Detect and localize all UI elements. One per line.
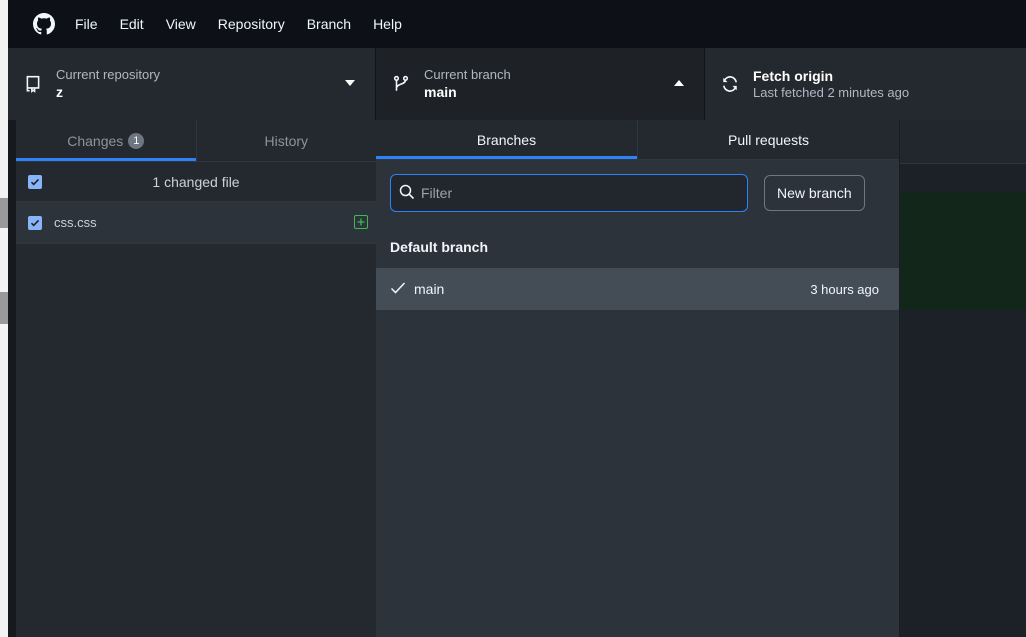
default-branch-header: Default branch [390,239,489,255]
menu-view[interactable]: View [164,12,198,36]
repo-icon [22,73,44,95]
menu-bar: File Edit View Repository Branch Help [8,0,1026,48]
branch-dropdown: Branches Pull requests New branch Defaul… [376,120,900,637]
chevron-down-icon [345,80,355,86]
current-repository-label: Current repository [56,67,161,82]
menu-repository[interactable]: Repository [216,12,287,36]
new-branch-button[interactable]: New branch [764,175,865,211]
search-icon [399,184,415,203]
current-branch-label: Current branch [424,67,511,82]
branch-filter-box[interactable] [390,174,748,212]
branch-dropdown-tabs: Branches Pull requests [376,120,899,160]
changed-file-row[interactable]: css.css [16,202,376,244]
check-icon [390,281,406,298]
changes-sidebar: Changes 1 History 1 changed file css.css [16,120,376,637]
chevron-up-icon [674,80,684,86]
diff-header [900,120,1026,164]
current-repository-button[interactable]: Current repository z [8,48,376,120]
menu-edit[interactable]: Edit [118,12,146,36]
last-fetched-text: Last fetched 2 minutes ago [753,85,910,100]
tab-history[interactable]: History [195,120,377,161]
file-name: css.css [54,215,97,230]
select-all-checkbox[interactable] [28,174,42,189]
diff-line [900,164,1026,192]
diff-view [900,120,1026,637]
background-window-strip [0,198,8,228]
filter-row: New branch [376,160,899,226]
git-branch-icon [390,73,412,95]
current-branch-button[interactable]: Current branch main [376,48,705,120]
menu-help[interactable]: Help [371,12,404,36]
sync-icon [719,73,741,95]
tab-pull-requests[interactable]: Pull requests [637,120,899,159]
background-window-strip [0,292,8,324]
changed-files-count: 1 changed file [152,173,240,190]
changed-files-header: 1 changed file [16,162,376,202]
toolbar: Current repository z Current branch main… [8,48,1026,120]
branch-filter-input[interactable] [421,185,721,201]
menu-branch[interactable]: Branch [305,12,353,36]
file-checkbox[interactable] [28,215,42,230]
menu-file[interactable]: File [73,12,100,36]
current-repository-name: z [56,84,63,100]
github-logo-icon [33,13,55,35]
current-branch-name: main [424,84,457,100]
tab-changes[interactable]: Changes 1 [16,120,196,161]
github-desktop-window: File Edit View Repository Branch Help Cu… [8,0,1026,637]
tab-changes-label: Changes [67,132,124,149]
changes-count-badge: 1 [128,132,145,149]
fetch-origin-button[interactable]: Fetch origin Last fetched 2 minutes ago [705,48,1026,120]
tab-branches[interactable]: Branches [376,120,637,159]
branch-last-commit-time: 3 hours ago [810,281,879,297]
tab-history-label: History [264,132,309,149]
fetch-origin-label: Fetch origin [753,68,834,84]
branch-list-item[interactable]: main 3 hours ago [376,268,899,310]
branch-name: main [414,281,445,297]
diff-added-lines [900,192,1026,310]
sidebar-tabs: Changes 1 History [16,120,376,162]
file-added-icon [354,215,368,229]
